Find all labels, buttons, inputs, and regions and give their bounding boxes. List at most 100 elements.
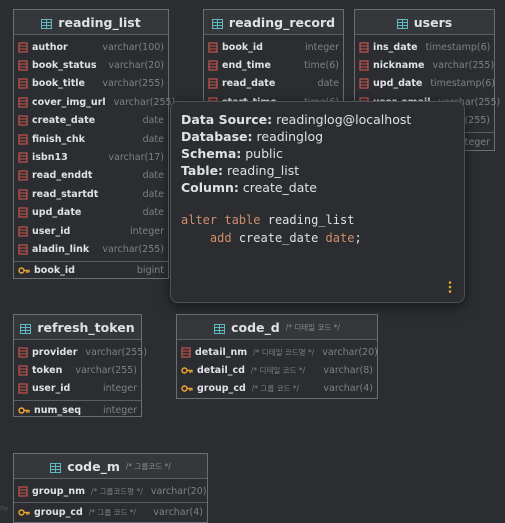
column-row[interactable]: read_date date [204, 75, 343, 93]
column-row[interactable]: group_nm /* 그룹코드명 */ varchar(20) [14, 482, 207, 500]
column-icon [18, 189, 28, 200]
table-reading-list[interactable]: reading_list author varchar(100) book_stat… [13, 9, 175, 280]
sql-snippet[interactable]: alter table reading_list add create_date… [181, 211, 454, 247]
table-code-d[interactable]: code_d /* 디테일 코드 */ detail_nm /* 디테일 코드명 … [176, 314, 378, 399]
column-row[interactable]: book_title varchar(255) [14, 75, 168, 93]
column-name: read_date [222, 78, 276, 90]
column-type: date [142, 188, 164, 200]
column-comment: /* 디테일 코드 */ [250, 366, 306, 376]
column-icon [18, 207, 28, 218]
column-row[interactable]: read_enddt date [14, 167, 168, 185]
column-type: varchar(100) [102, 41, 164, 53]
column-row[interactable]: ins_date timestamp(6) [355, 38, 494, 56]
column-row[interactable]: user_id integer [14, 380, 141, 398]
table-header: reading_list [14, 10, 168, 35]
table-title: reading_record [228, 14, 336, 30]
column-name: num_seq [34, 404, 82, 416]
column-type: varchar(4) [153, 507, 203, 519]
column-row[interactable]: book_status varchar(20) [14, 56, 168, 74]
column-row[interactable]: provider varchar(255) [14, 343, 147, 361]
table-icon [50, 461, 62, 473]
footer-fragment: Pe [0, 505, 9, 513]
table-label: Table: [181, 163, 224, 178]
primary-key-icon [18, 405, 30, 416]
column-name: detail_cd [197, 365, 245, 377]
column-icon [359, 60, 369, 71]
column-row[interactable]: cover_img_url varchar(255) [14, 93, 175, 111]
column-type: timestamp(6) [425, 41, 491, 53]
column-icon [18, 42, 28, 53]
database-value: readinglog [256, 129, 324, 144]
table-header: code_m /* 그룹코드 */ [14, 454, 207, 479]
column-icon [208, 60, 218, 71]
sql-terminator: ; [354, 231, 362, 245]
column-name: create_date [32, 115, 96, 127]
column-row[interactable]: finish_chk date [14, 130, 168, 148]
column-name: nickname [373, 60, 425, 72]
column-row[interactable]: upd_date date [14, 204, 168, 222]
column-icon [181, 347, 191, 358]
documentation-popup[interactable]: Data Source: readinglog@localhost Databa… [170, 101, 465, 303]
column-row[interactable]: read_startdt date [14, 185, 168, 203]
column-icon [18, 365, 28, 376]
column-name: provider [32, 346, 78, 358]
column-type: integer [304, 41, 339, 53]
datasource-line: Data Source: readinglog@localhost [181, 111, 454, 128]
column-icon [208, 42, 218, 53]
column-icon [18, 225, 28, 237]
sql-keyword: add [209, 231, 232, 245]
column-icon [18, 60, 28, 71]
column-row[interactable]: upd_date timestamp(6) [355, 75, 496, 93]
column-row[interactable]: num_seq integer [14, 401, 141, 419]
schema-value: public [245, 146, 283, 161]
table-title: code_d [231, 319, 280, 335]
column-name: ins_date [373, 41, 418, 53]
datasource-value: readinglog@localhost [276, 112, 412, 127]
column-icon [18, 115, 28, 126]
column-name: user_id [32, 383, 71, 395]
column-row[interactable]: book_id integer [204, 38, 343, 56]
primary-key-icon [18, 265, 30, 276]
column-name: book_status [32, 60, 97, 72]
column-name: book_title [32, 78, 85, 90]
column-type: integer [129, 225, 164, 237]
primary-key-icon [181, 383, 193, 394]
table-code-m[interactable]: code_m /* 그룹코드 */ group_nm /* 그룹코드명 */ var… [13, 453, 208, 523]
column-row[interactable]: token varchar(255) [14, 361, 141, 379]
column-type: date [142, 170, 164, 182]
table-refresh-token[interactable]: refresh_token provider varchar(255) token v… [13, 314, 147, 419]
database-label: Database: [181, 129, 253, 144]
sql-column-name: create_date [238, 231, 319, 245]
column-row[interactable]: create_date date [14, 112, 168, 130]
table-title: refresh_token [37, 319, 135, 335]
column-row[interactable]: author varchar(100) [14, 38, 168, 56]
table-reading-record[interactable]: reading_record book_id integer end_time tim… [203, 9, 344, 109]
column-line: Column: create_date [181, 179, 454, 196]
column-icon [18, 383, 28, 395]
more-options-icon[interactable] [444, 280, 456, 294]
table-title: code_m [67, 458, 120, 474]
column-type: varchar(255) [102, 243, 164, 255]
column-row[interactable]: detail_cd /* 디테일 코드 */ varchar(8) [177, 361, 377, 379]
column-comment: /* 그룹 코드 */ [251, 384, 300, 394]
column-row[interactable]: group_cd /* 그룹 코드 */ varchar(4) [14, 503, 207, 521]
column-row[interactable]: group_cd /* 그룹 코드 */ varchar(4) [177, 380, 377, 398]
sql-type: date [325, 231, 355, 245]
table-header: users [355, 10, 494, 35]
column-type: bigint [136, 265, 164, 277]
column-row[interactable]: aladin_link varchar(255) [14, 240, 168, 258]
column-row[interactable]: book_id bigint [14, 262, 168, 280]
column-row[interactable]: nickname varchar(255) [355, 56, 494, 74]
column-name: upd_date [32, 207, 82, 219]
column-row[interactable]: isbn13 varchar(17) [14, 148, 168, 166]
table-comment: /* 디테일 코드 */ [285, 322, 340, 332]
column-row[interactable]: user_id integer [14, 222, 168, 240]
column-type: timestamp(6) [430, 78, 496, 90]
column-type: time(6) [304, 60, 339, 72]
column-icon [359, 42, 369, 53]
table-header: code_d /* 디테일 코드 */ [177, 315, 377, 340]
column-name: read_startdt [32, 188, 99, 200]
column-comment: /* 그룹코드명 */ [91, 486, 143, 496]
column-row[interactable]: end_time time(6) [204, 56, 343, 74]
column-row[interactable]: detail_nm /* 디테일 코드명 */ varchar(20) [177, 343, 378, 361]
